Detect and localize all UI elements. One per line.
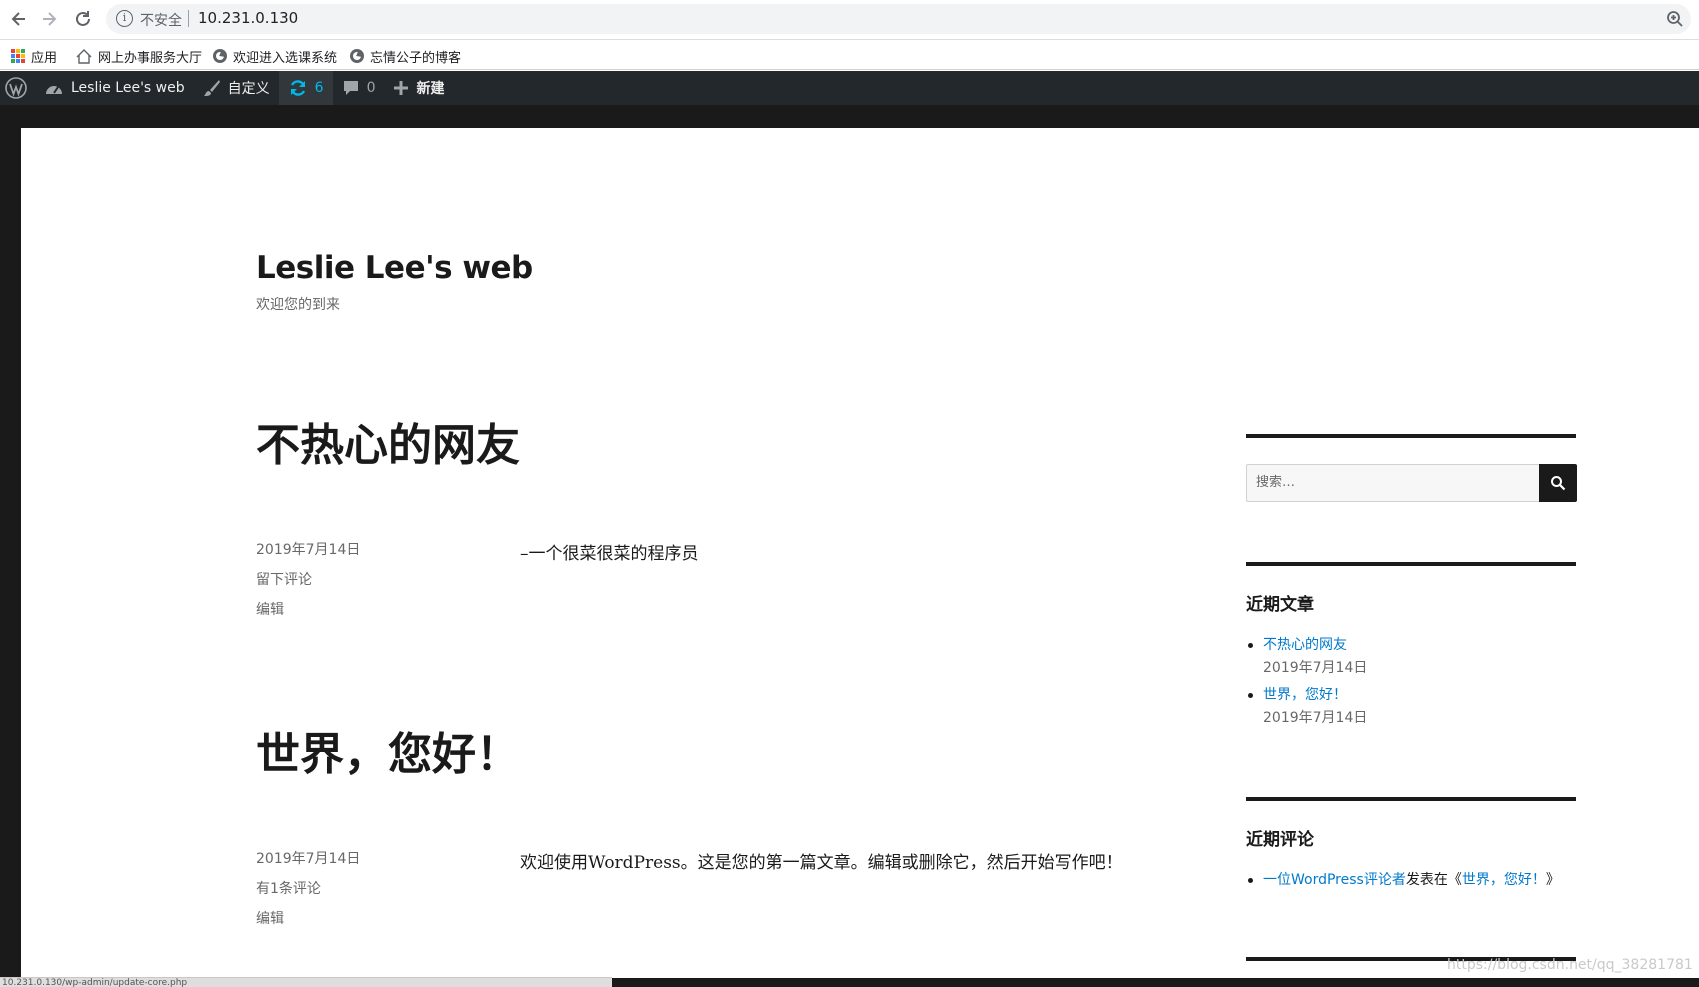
- security-label: 不安全: [140, 13, 182, 29]
- post-comments-link[interactable]: 留下评论: [256, 565, 360, 595]
- admin-site-name: Leslie Lee's web: [71, 80, 185, 96]
- search-input[interactable]: 搜索…: [1246, 464, 1540, 502]
- home-icon: [76, 48, 92, 64]
- widget-divider: [1246, 797, 1576, 801]
- zoom-icon[interactable]: [1665, 9, 1685, 29]
- comment-post-link[interactable]: 世界，您好！: [1462, 872, 1546, 888]
- post-edit-link[interactable]: 编辑: [256, 904, 360, 934]
- globe-icon: [350, 49, 364, 63]
- brush-icon: [203, 80, 220, 96]
- customize-button[interactable]: 自定义: [194, 71, 279, 105]
- recent-post-date: 2019年7月14日: [1263, 710, 1368, 726]
- post-title[interactable]: 世界，您好！: [256, 718, 520, 782]
- wp-admin-bar: Leslie Lee's web 自定义 6 0 新建: [0, 71, 1699, 105]
- comment-author-link[interactable]: 一位WordPress评论者: [1263, 872, 1406, 888]
- comments-button[interactable]: 0: [333, 71, 385, 105]
- status-bar: 10.231.0.130/wp-admin/update-core.php: [0, 977, 612, 987]
- recent-posts-list: 不热心的网友 2019年7月14日 世界，您好！ 2019年7月14日: [1246, 634, 1576, 727]
- updates-count: 6: [314, 80, 324, 96]
- browser-toolbar: i 不安全 10.231.0.130: [0, 0, 1699, 40]
- bookmark-label: 网上办事服务大厅: [98, 50, 203, 66]
- list-item: 世界，您好！ 2019年7月14日: [1246, 684, 1576, 727]
- post-meta: 2019年7月14日 留下评论 编辑: [256, 535, 360, 625]
- post-date[interactable]: 2019年7月14日: [256, 535, 360, 565]
- recent-posts-title: 近期文章: [1246, 595, 1314, 615]
- site-title[interactable]: Leslie Lee's web: [256, 250, 533, 286]
- plus-icon: [394, 81, 409, 95]
- customize-label: 自定义: [227, 81, 270, 97]
- widget-divider: [1246, 562, 1576, 566]
- bookmark-blog[interactable]: 忘情公子的博客: [350, 46, 461, 66]
- forward-arrow-icon[interactable]: [38, 8, 60, 30]
- dashboard-icon: [46, 86, 62, 94]
- updates-icon: [290, 80, 305, 96]
- bookmark-label: 忘情公子的博客: [370, 50, 462, 66]
- reload-icon[interactable]: [72, 8, 94, 30]
- apps-grid-icon: [11, 49, 25, 63]
- list-item: 不热心的网友 2019年7月14日: [1246, 634, 1576, 677]
- widget-divider: [1246, 434, 1576, 438]
- globe-icon: [213, 49, 227, 63]
- site-page: Leslie Lee's web 欢迎您的到来 不热心的网友 2019年7月14…: [21, 128, 1699, 978]
- info-icon[interactable]: i: [116, 10, 133, 27]
- site-description: 欢迎您的到来: [256, 297, 340, 313]
- updates-button[interactable]: 6: [278, 71, 333, 105]
- site-name-button[interactable]: Leslie Lee's web: [35, 71, 194, 105]
- post-meta: 2019年7月14日 有1条评论 编辑: [256, 844, 360, 934]
- wordpress-logo-icon: [5, 77, 27, 99]
- recent-post-link[interactable]: 不热心的网友: [1263, 637, 1347, 653]
- post-date[interactable]: 2019年7月14日: [256, 844, 360, 874]
- list-item: 一位WordPress评论者发表在《世界，您好！》: [1246, 869, 1576, 889]
- new-content-button[interactable]: 新建: [384, 71, 453, 105]
- comments-count: 0: [366, 80, 376, 96]
- bookmark-label: 应用: [31, 50, 58, 66]
- comment-bubble-icon: [343, 81, 358, 95]
- post-title[interactable]: 不热心的网友: [256, 409, 520, 473]
- search-icon: [1551, 476, 1566, 491]
- new-label: 新建: [416, 81, 445, 97]
- bookmark-course-system[interactable]: 欢迎进入选课系统: [213, 46, 337, 66]
- bookmark-label: 欢迎进入选课系统: [233, 50, 338, 66]
- post-comments-link[interactable]: 有1条评论: [256, 874, 360, 904]
- back-arrow-icon[interactable]: [8, 8, 30, 30]
- bookmarks-bar: 应用 网上办事服务大厅 欢迎进入选课系统 忘情公子的博客: [0, 40, 1699, 70]
- bookmark-apps[interactable]: 应用: [11, 46, 57, 66]
- wordpress-logo-button[interactable]: [0, 71, 35, 105]
- watermark: https://blog.csdn.net/qq_38281781: [1447, 957, 1693, 973]
- address-separator: [188, 10, 189, 27]
- address-bar[interactable]: i 不安全 10.231.0.130: [106, 4, 1691, 34]
- url-text[interactable]: 10.231.0.130: [198, 9, 298, 27]
- post-excerpt: –一个很菜很菜的程序员: [520, 544, 699, 564]
- recent-post-date: 2019年7月14日: [1263, 660, 1368, 676]
- post-excerpt: 欢迎使用WordPress。这是您的第一篇文章。编辑或删除它，然后开始写作吧！: [520, 853, 1123, 873]
- search-button[interactable]: [1539, 464, 1577, 502]
- recent-post-link[interactable]: 世界，您好！: [1263, 687, 1347, 703]
- post-edit-link[interactable]: 编辑: [256, 595, 360, 625]
- recent-comments-list: 一位WordPress评论者发表在《世界，您好！》: [1246, 869, 1576, 889]
- bookmark-service-hall[interactable]: 网上办事服务大厅: [76, 46, 202, 66]
- comment-close: 》: [1545, 872, 1560, 888]
- comment-connector: 发表在《: [1405, 872, 1462, 888]
- recent-comments-title: 近期评论: [1246, 830, 1314, 850]
